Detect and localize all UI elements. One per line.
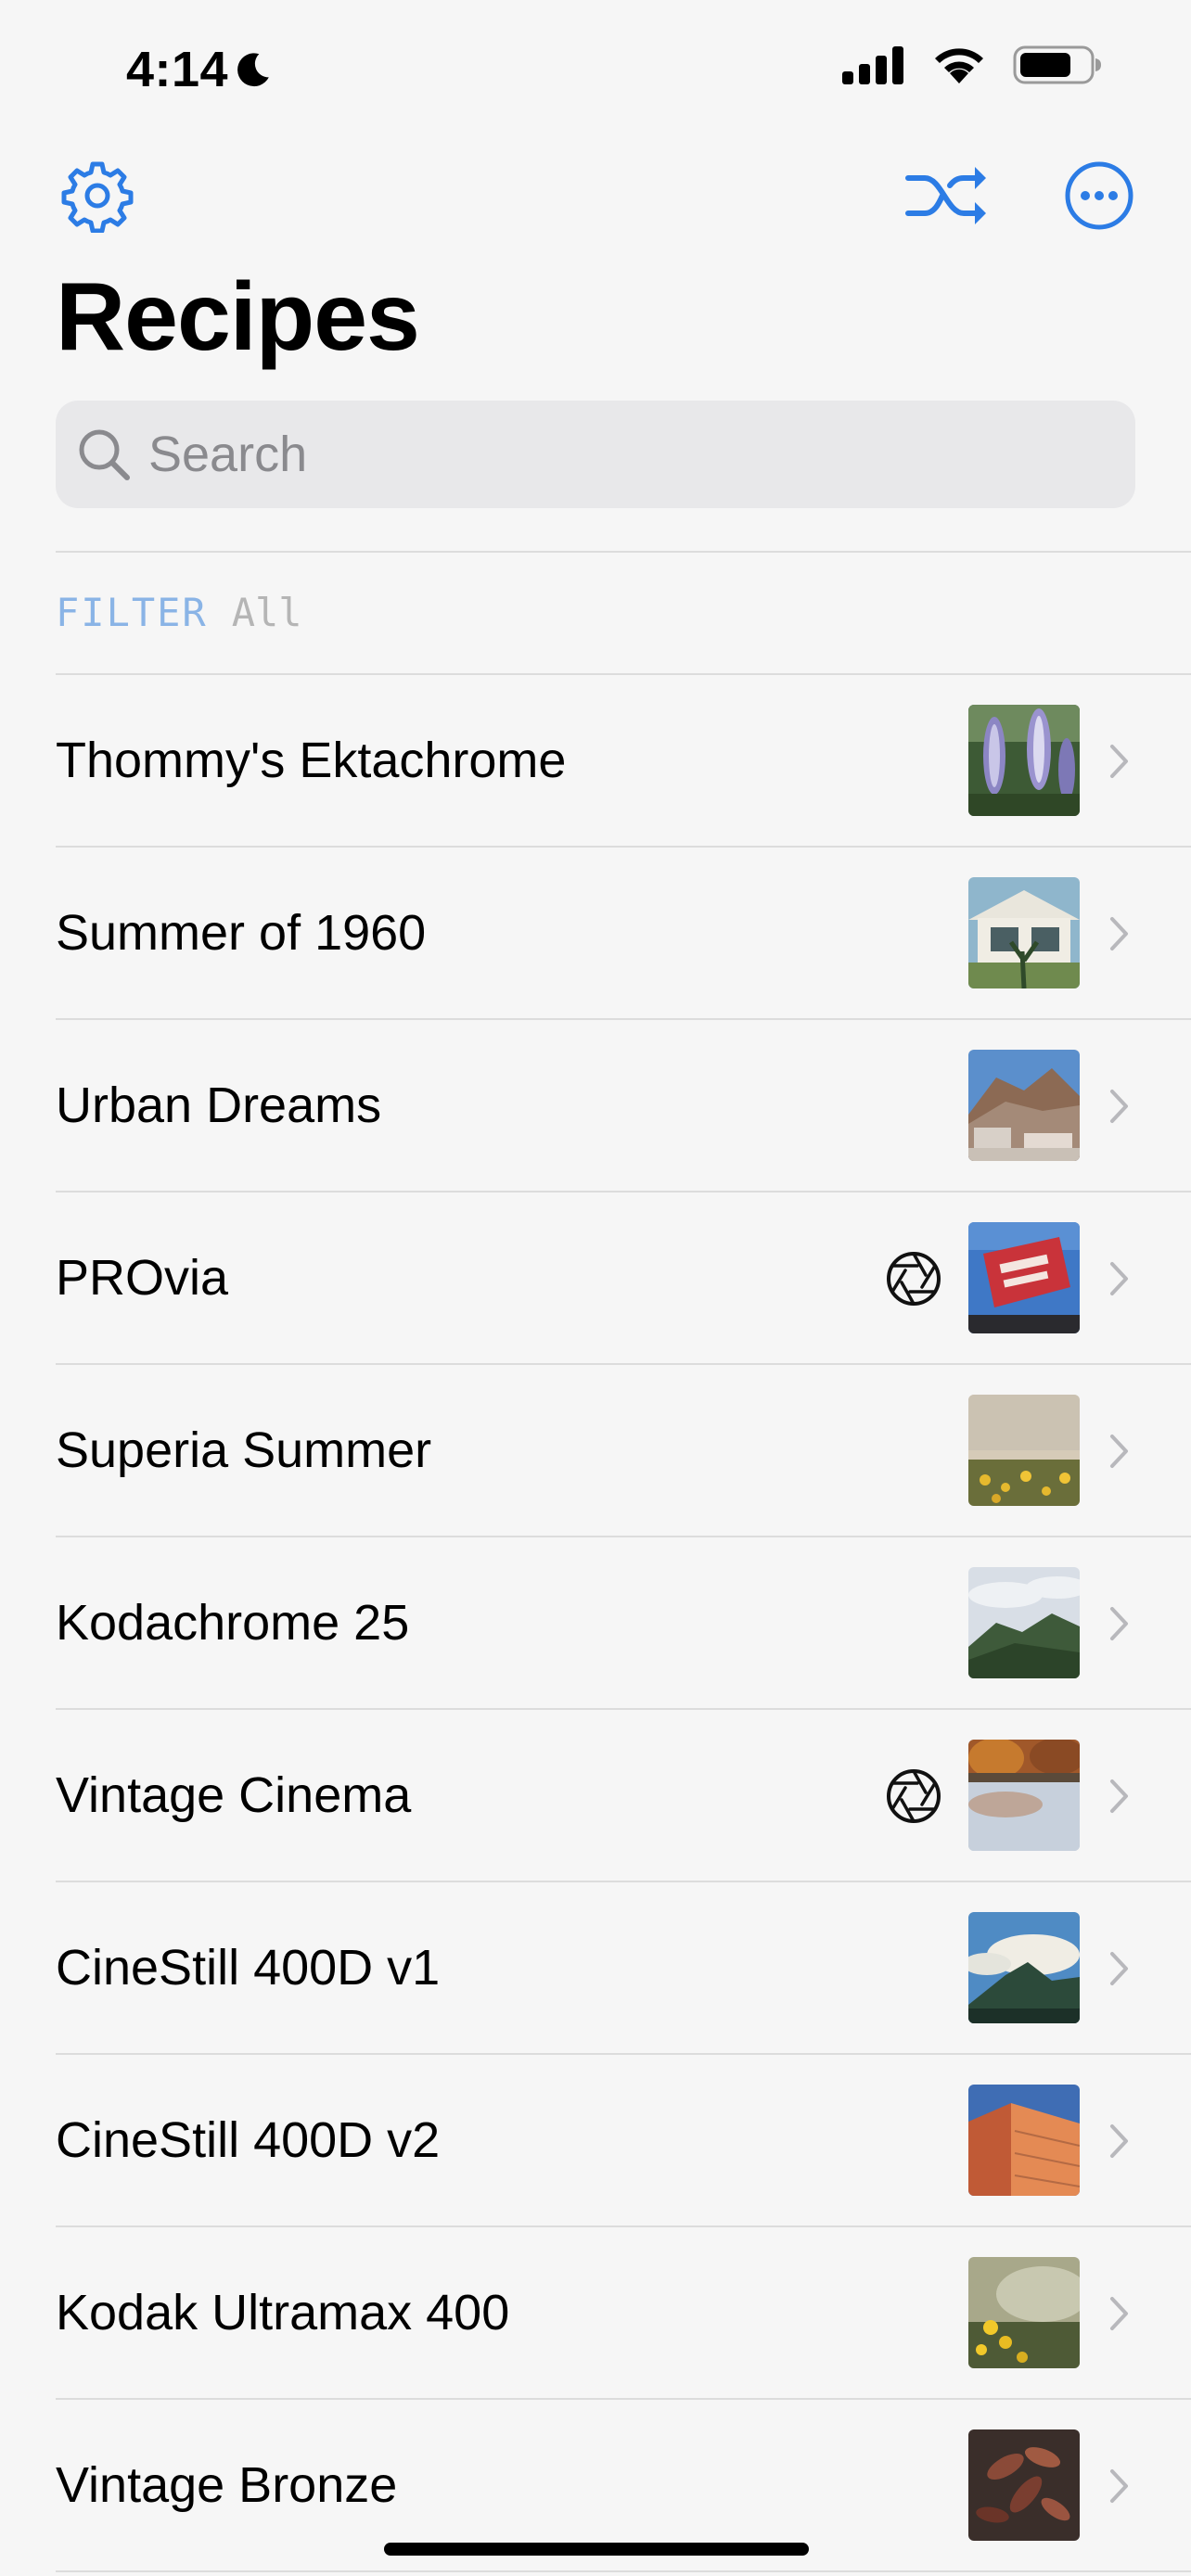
recipe-thumbnail: [968, 2085, 1080, 2196]
recipe-name: Vintage Bronze: [56, 2457, 398, 2513]
chevron-right-icon: [1110, 1262, 1128, 1295]
recipes-screen: 4:14 Recipes Search FILTER All Thommy's …: [0, 0, 1191, 2576]
chevron-right-icon: [1110, 745, 1128, 778]
recipe-name: Urban Dreams: [56, 1078, 382, 1133]
search-input[interactable]: [148, 426, 1076, 483]
chevron-right-icon: [1110, 1952, 1128, 1985]
clock-text: 4:14: [126, 42, 229, 97]
recipe-row[interactable]: Superia Summer: [0, 1365, 1191, 1537]
recipe-thumbnail: [968, 877, 1080, 988]
more-button[interactable]: [1057, 154, 1141, 237]
aperture-icon: [887, 1252, 941, 1306]
gear-icon: [61, 161, 134, 233]
recipe-name: PROvia: [56, 1250, 229, 1306]
chevron-right-icon: [1110, 1607, 1128, 1640]
cellular-signal-icon: [842, 46, 903, 84]
chevron-right-icon: [1110, 1779, 1128, 1813]
recipe-thumbnail: [968, 705, 1080, 816]
recipe-row[interactable]: Kodak Ultramax 400: [0, 2227, 1191, 2400]
search-bar[interactable]: [56, 401, 1135, 508]
recipe-name: CineStill 400D v1: [56, 1940, 441, 1996]
chevron-right-icon: [1110, 1090, 1128, 1123]
recipe-name: Thommy's Ektachrome: [56, 733, 567, 788]
settings-button[interactable]: [56, 154, 139, 237]
chevron-right-icon: [1110, 917, 1128, 950]
recipe-row[interactable]: Urban Dreams: [0, 1020, 1191, 1192]
recipe-name: Kodachrome 25: [56, 1595, 410, 1651]
recipe-thumbnail: [968, 1222, 1080, 1333]
aperture-icon: [887, 1769, 941, 1823]
page-title: Recipes: [56, 263, 420, 371]
home-indicator: [384, 2543, 809, 2556]
recipe-row[interactable]: CineStill 400D v1: [0, 1882, 1191, 2055]
chevron-right-icon: [1110, 1435, 1128, 1468]
recipe-list: Thommy's Ektachrome Summer of 1960 Urban…: [0, 675, 1191, 2572]
wifi-icon: [935, 48, 983, 83]
chevron-right-icon: [1110, 2297, 1128, 2330]
recipe-thumbnail: [968, 1567, 1080, 1678]
filter-control[interactable]: FILTER All: [56, 590, 302, 635]
recipe-row[interactable]: Vintage Cinema: [0, 1710, 1191, 1882]
shuffle-icon: [905, 167, 986, 224]
recipe-thumbnail: [968, 2257, 1080, 2368]
recipe-thumbnail: [968, 1740, 1080, 1851]
moon-icon: [237, 53, 269, 87]
recipe-name: Superia Summer: [56, 1422, 432, 1478]
chevron-right-icon: [1110, 2469, 1128, 2503]
recipe-name: Kodak Ultramax 400: [56, 2285, 510, 2340]
recipe-row[interactable]: Kodachrome 25: [0, 1537, 1191, 1710]
more-ellipsis-icon: [1065, 161, 1133, 230]
search-icon: [79, 429, 130, 480]
recipe-row[interactable]: CineStill 400D v2: [0, 2055, 1191, 2227]
recipe-name: Summer of 1960: [56, 905, 427, 961]
recipe-thumbnail: [968, 1912, 1080, 2023]
status-icons: [842, 45, 1102, 85]
recipe-thumbnail: [968, 1395, 1080, 1506]
filter-label: FILTER: [56, 590, 208, 635]
filter-value: All: [231, 590, 302, 635]
shuffle-button[interactable]: [900, 154, 992, 237]
status-time: 4:14: [126, 41, 273, 98]
status-bar: 4:14: [0, 0, 1191, 139]
recipe-row[interactable]: Thommy's Ektachrome: [0, 675, 1191, 848]
chevron-right-icon: [1110, 2124, 1128, 2158]
recipe-thumbnail: [968, 1050, 1080, 1161]
recipe-row[interactable]: PROvia: [0, 1192, 1191, 1365]
recipe-name: CineStill 400D v2: [56, 2112, 441, 2168]
divider: [56, 551, 1191, 553]
recipe-row[interactable]: Summer of 1960: [0, 848, 1191, 1020]
recipe-thumbnail: [968, 2429, 1080, 2541]
battery-icon: [1013, 45, 1101, 84]
recipe-name: Vintage Cinema: [56, 1767, 412, 1823]
